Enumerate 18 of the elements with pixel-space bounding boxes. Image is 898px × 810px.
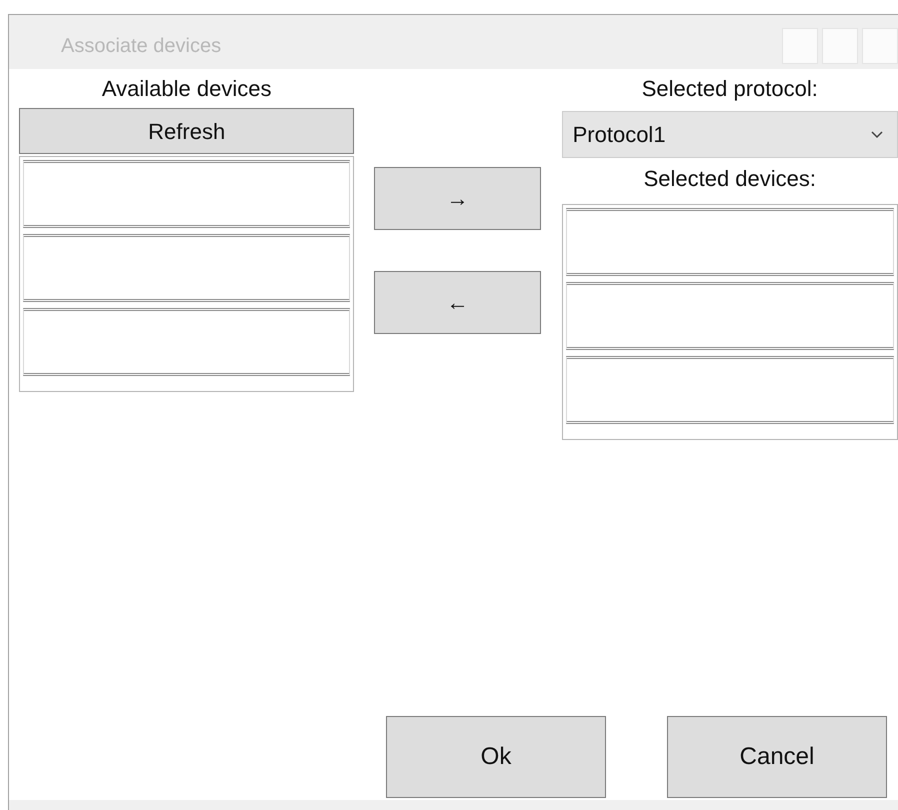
chevron-down-icon	[871, 130, 883, 138]
refresh-button[interactable]: Refresh	[19, 108, 354, 154]
move-button[interactable]: ←	[374, 271, 541, 334]
list-slot[interactable]	[566, 356, 894, 424]
ok-button[interactable]: Ok	[386, 716, 606, 798]
list-slot[interactable]	[23, 308, 350, 376]
list-slot[interactable]	[23, 234, 350, 302]
list-slot[interactable]	[566, 208, 894, 276]
selected-protocol-label: Selected protocol:	[640, 76, 819, 102]
selected-devices-list[interactable]	[562, 204, 898, 440]
available-devices-list[interactable]	[19, 156, 354, 392]
move-button[interactable]: →	[374, 167, 541, 230]
available-devices-label: Available devices	[100, 76, 272, 102]
selected-devices-label: Selected devices:	[642, 166, 818, 192]
protocol-dropdown[interactable]: Protocol1	[562, 111, 898, 158]
list-slot[interactable]	[566, 282, 894, 350]
cancel-button[interactable]: Cancel	[667, 716, 887, 798]
list-slot[interactable]	[23, 160, 350, 228]
